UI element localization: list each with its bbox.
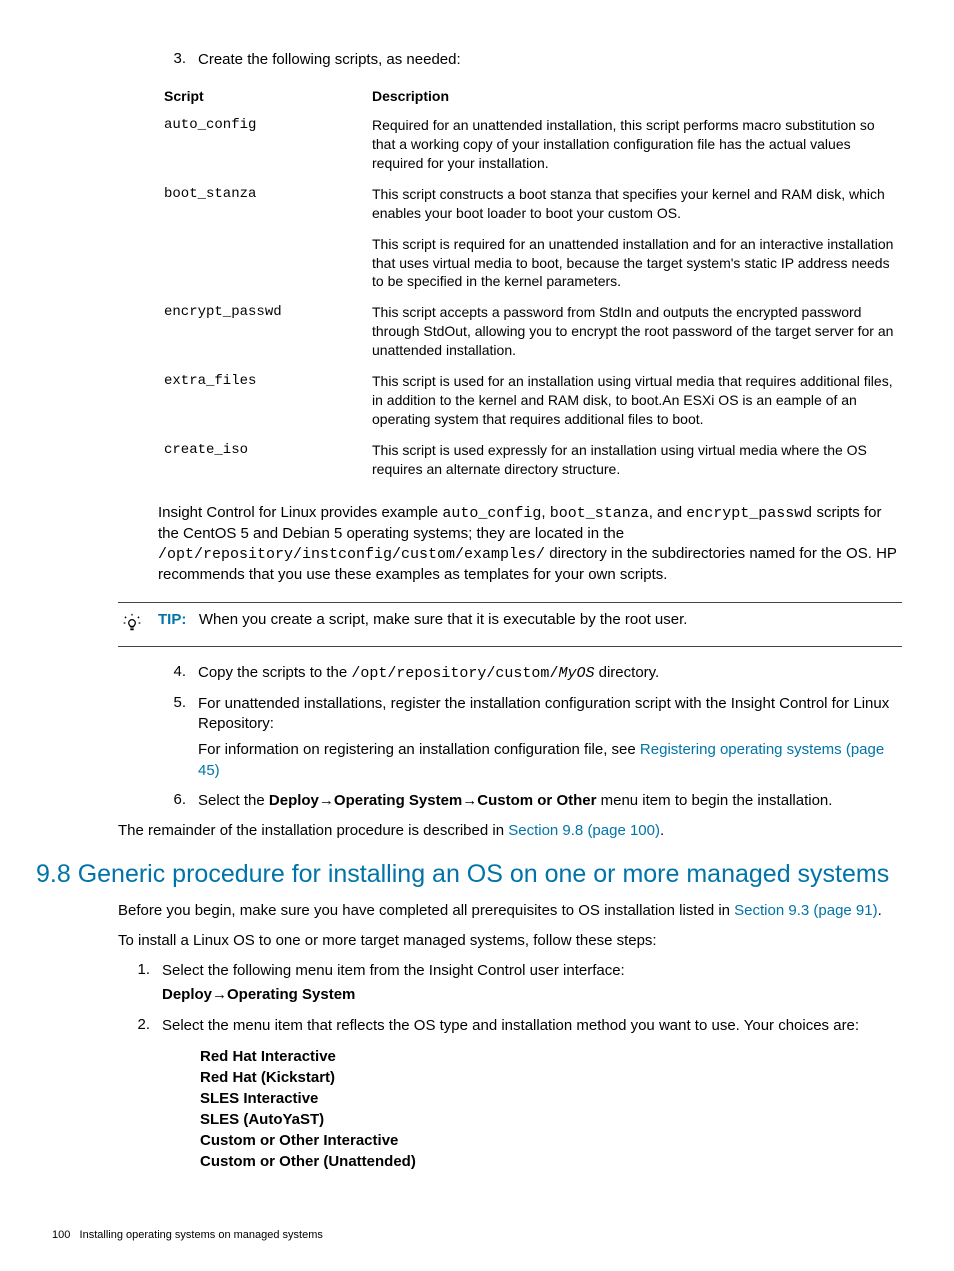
b-step-2-text: Select the menu item that reflects the O… [162, 1016, 902, 1036]
os-options-list: Red Hat Interactive Red Hat (Kickstart) … [200, 1046, 902, 1172]
section-9-8-link[interactable]: Section 9.8 (page 100) [508, 822, 660, 839]
script-desc: This script constructs a boot stanza tha… [372, 179, 904, 229]
step-6-menu: Deploy→Operating System→Custom or Other [269, 792, 597, 809]
step-6-post: menu item to begin the installation. [596, 792, 832, 809]
before-paragraph: Before you begin, make sure you have com… [118, 901, 902, 921]
remainder-paragraph: The remainder of the installation proced… [118, 821, 902, 841]
script-desc: This script is used expressly for an ins… [372, 435, 904, 485]
insight-sep1: , [541, 504, 549, 521]
tip-label: TIP: [158, 611, 186, 628]
scripts-table: Script Description auto_config Required … [164, 82, 904, 484]
insight-path: /opt/repository/instconfig/custom/exampl… [158, 546, 545, 563]
step-5-p2: For information on registering an instal… [198, 740, 902, 781]
table-row: encrypt_passwd This script accepts a pas… [164, 297, 904, 366]
toinstall-paragraph: To install a Linux OS to one or more tar… [118, 931, 902, 951]
step-6-body: Select the Deploy→Operating System→Custo… [198, 791, 902, 811]
os-option: Red Hat Interactive [200, 1046, 902, 1067]
script-desc: This script is used for an installation … [372, 366, 904, 435]
step-3: 3. Create the following scripts, as need… [158, 50, 902, 70]
insight-pre: Insight Control for Linux provides examp… [158, 504, 442, 521]
script-name: boot_stanza [164, 179, 372, 297]
step-4: 4. Copy the scripts to the /opt/reposito… [158, 663, 902, 684]
script-desc: This script accepts a password from StdI… [372, 297, 904, 366]
script-name: extra_files [164, 366, 372, 435]
step-4-path2: MyOS [558, 665, 594, 682]
b-step-1-menu: Deploy→Operating System [162, 985, 902, 1005]
os-option: SLES (AutoYaST) [200, 1109, 902, 1130]
step-4-body: Copy the scripts to the /opt/repository/… [198, 663, 902, 684]
section-9-3-link[interactable]: Section 9.3 (page 91) [734, 902, 877, 919]
table-row: auto_config Required for an unattended i… [164, 110, 904, 179]
b-step-1-body: Select the following menu item from the … [162, 961, 902, 1006]
step-4-number: 4. [158, 663, 198, 684]
step-6-pre: Select the [198, 792, 269, 809]
step-3-number: 3. [158, 50, 198, 70]
remainder-pre: The remainder of the installation proced… [118, 822, 508, 839]
step-5-p2a: For information on registering an instal… [198, 741, 640, 758]
footer-title: Installing operating systems on managed … [80, 1229, 323, 1241]
step-5-number: 5. [158, 694, 198, 781]
step-6: 6. Select the Deploy→Operating System→Cu… [158, 791, 902, 811]
step-5-body: For unattended installations, register t… [198, 694, 902, 781]
b-step-1: 1. Select the following menu item from t… [122, 961, 902, 1006]
os-option: Red Hat (Kickstart) [200, 1067, 902, 1088]
script-name: auto_config [164, 110, 372, 179]
b-step-2-number: 2. [122, 1016, 162, 1036]
b-step-1-text: Select the following menu item from the … [162, 961, 902, 981]
step-4-pre: Copy the scripts to the [198, 664, 351, 681]
step-6-number: 6. [158, 791, 198, 811]
os-option: Custom or Other Interactive [200, 1130, 902, 1151]
insight-script3: encrypt_passwd [686, 505, 812, 522]
insight-script1: auto_config [442, 505, 541, 522]
before-post: . [878, 902, 882, 919]
page-number: 100 [52, 1229, 70, 1241]
tip-box: TIP: When you create a script, make sure… [118, 602, 902, 647]
page-footer: 100 Installing operating systems on mana… [52, 1229, 323, 1241]
table-row: create_iso This script is used expressly… [164, 435, 904, 485]
table-row: boot_stanza This script constructs a boo… [164, 179, 904, 229]
lightbulb-icon [118, 613, 146, 638]
step-5-text: For unattended installations, register t… [198, 694, 902, 735]
scripts-table-wrap: Script Description auto_config Required … [158, 82, 902, 484]
b-step-1-number: 1. [122, 961, 162, 1006]
b-step-2-body: Select the menu item that reflects the O… [162, 1016, 902, 1036]
insight-script2: boot_stanza [550, 505, 649, 522]
insight-sep2: , and [649, 504, 687, 521]
col-script-header: Script [164, 82, 372, 110]
tip-body: TIP: When you create a script, make sure… [146, 611, 902, 628]
step-4-post: directory. [594, 664, 659, 681]
os-option: SLES Interactive [200, 1088, 902, 1109]
step-5: 5. For unattended installations, registe… [158, 694, 902, 781]
step-3-text: Create the following scripts, as needed: [198, 50, 902, 70]
col-description-header: Description [372, 82, 904, 110]
insight-paragraph: Insight Control for Linux provides examp… [158, 503, 902, 586]
os-option: Custom or Other (Unattended) [200, 1151, 902, 1172]
script-name: create_iso [164, 435, 372, 485]
script-desc: Required for an unattended installation,… [372, 110, 904, 179]
remainder-post: . [660, 822, 664, 839]
script-name: encrypt_passwd [164, 297, 372, 366]
section-heading: 9.8 Generic procedure for installing an … [36, 859, 902, 890]
table-row: extra_files This script is used for an i… [164, 366, 904, 435]
step-4-path1: /opt/repository/custom/ [351, 665, 558, 682]
tip-text: When you create a script, make sure that… [199, 611, 688, 628]
b-step-2: 2. Select the menu item that reflects th… [122, 1016, 902, 1036]
script-desc: This script is required for an unattende… [372, 229, 904, 298]
before-pre: Before you begin, make sure you have com… [118, 902, 734, 919]
